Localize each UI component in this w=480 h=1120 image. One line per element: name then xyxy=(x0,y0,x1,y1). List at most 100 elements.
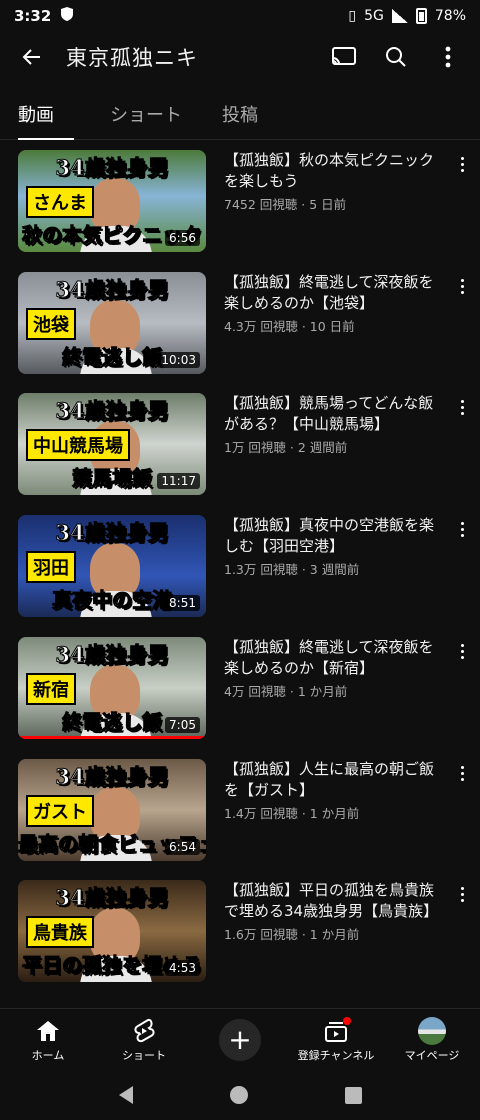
video-duration: 6:56 xyxy=(165,230,200,246)
nav-mypage[interactable]: マイページ xyxy=(384,1009,480,1070)
video-info[interactable]: 【孤独飯】終電逃して深夜飯を楽しめるのか【池袋】 4.3万 回視聴 · 10 日… xyxy=(224,272,444,335)
notification-dot xyxy=(343,1016,351,1025)
video-row[interactable]: 34歳独身男 ガスト 最高の朝食ビュッフェ 6:54 【孤独飯】人生に最高の朝ご… xyxy=(0,759,480,863)
create-plus-icon[interactable]: + xyxy=(219,1018,261,1061)
video-menu-button[interactable] xyxy=(452,393,472,421)
back-button[interactable] xyxy=(10,35,54,79)
video-info[interactable]: 【孤独飯】真夜中の空港飯を楽しむ【羽田空港】 1.3万 回視聴 · 3 週間前 xyxy=(224,515,444,578)
video-row[interactable]: 34歳独身男 羽田 真夜中の空港 8:51 【孤独飯】真夜中の空港飯を楽しむ【羽… xyxy=(0,515,480,619)
video-meta: 7452 回視聴 · 5 日前 xyxy=(224,197,347,212)
video-title[interactable]: 【孤独飯】真夜中の空港飯を楽しむ【羽田空港】 xyxy=(224,515,444,557)
system-navigation xyxy=(0,1070,480,1120)
video-thumbnail[interactable]: 34歳独身男 中山競馬場 競馬場飯 11:17 xyxy=(18,393,206,495)
video-thumbnail[interactable]: 34歳独身男 池袋 終電逃し飯 10:03 xyxy=(18,272,206,374)
video-duration: 4:53 xyxy=(165,960,200,976)
recents-square-icon[interactable] xyxy=(344,1086,362,1104)
video-duration: 10:03 xyxy=(157,352,200,368)
thumbnail-tag: ガスト xyxy=(26,795,94,827)
video-menu-button[interactable] xyxy=(452,150,472,178)
more-vert-icon xyxy=(460,643,464,647)
nav-create[interactable]: + xyxy=(192,1009,288,1070)
video-meta: 1.3万 回視聴 · 3 週間前 xyxy=(224,562,360,577)
more-vert-icon xyxy=(460,765,464,769)
more-vert-icon xyxy=(460,886,464,890)
thumbnail-tag: 池袋 xyxy=(26,308,76,340)
video-menu-button[interactable] xyxy=(452,880,472,908)
thumbnail-headline: 34歳独身男 xyxy=(55,277,169,303)
arrow-left-icon xyxy=(22,49,40,65)
search-icon xyxy=(386,47,406,67)
thumbnail-headline: 34歳独身男 xyxy=(55,520,169,546)
channel-tabs: 動画 ショート 投稿 xyxy=(0,88,480,140)
video-title[interactable]: 【孤独飯】秋の本気ピクニックを楽しもう xyxy=(224,150,444,192)
video-thumbnail[interactable]: 34歳独身男 鳥貴族 平日の孤独を埋める 4:53 xyxy=(18,880,206,982)
more-vert-icon xyxy=(460,278,464,282)
video-thumbnail[interactable]: 34歳独身男 羽田 真夜中の空港 8:51 xyxy=(18,515,206,617)
shield-icon xyxy=(59,6,75,26)
video-info[interactable]: 【孤独飯】終電逃して深夜飯を楽しめるのか【新宿】 4万 回視聴 · 1 か月前 xyxy=(224,637,444,700)
video-meta: 1.4万 回視聴 · 1 か月前 xyxy=(224,806,360,821)
video-info[interactable]: 【孤独飯】人生に最高の朝ご飯を【ガスト】 1.4万 回視聴 · 1 か月前 xyxy=(224,759,444,822)
more-button[interactable] xyxy=(426,35,470,79)
video-title[interactable]: 【孤独飯】終電逃して深夜飯を楽しめるのか【新宿】 xyxy=(224,637,444,679)
video-info[interactable]: 【孤独飯】平日の孤独を鳥貴族で埋める34歳独身男【鳥貴族】 1.6万 回視聴 ·… xyxy=(224,880,444,943)
tab-shorts[interactable]: ショート xyxy=(110,88,222,139)
cast-icon xyxy=(332,47,356,65)
video-meta: 4.3万 回視聴 · 10 日前 xyxy=(224,319,355,334)
nav-shorts[interactable]: ショート xyxy=(96,1009,192,1070)
video-title[interactable]: 【孤独飯】終電逃して深夜飯を楽しめるのか【池袋】 xyxy=(224,272,444,314)
thumbnail-headline: 34歳独身男 xyxy=(55,885,169,911)
thumbnail-headline: 34歳独身男 xyxy=(55,642,169,668)
video-duration: 8:51 xyxy=(165,595,200,611)
video-title[interactable]: 【孤独飯】平日の孤独を鳥貴族で埋める34歳独身男【鳥貴族】 xyxy=(224,880,444,922)
thumbnail-headline: 34歳独身男 xyxy=(55,398,169,424)
more-vert-icon xyxy=(460,399,464,403)
status-bar: 3:32 ▯ 5G 78% xyxy=(0,0,480,32)
video-menu-button[interactable] xyxy=(452,515,472,543)
search-button[interactable] xyxy=(374,35,418,79)
back-triangle-icon[interactable] xyxy=(118,1086,133,1104)
video-menu-button[interactable] xyxy=(452,759,472,787)
video-info[interactable]: 【孤独飯】秋の本気ピクニックを楽しもう 7452 回視聴 · 5 日前 xyxy=(224,150,444,213)
video-menu-button[interactable] xyxy=(452,272,472,300)
video-menu-button[interactable] xyxy=(452,637,472,665)
video-title[interactable]: 【孤独飯】人生に最高の朝ご飯を【ガスト】 xyxy=(224,759,444,801)
video-row[interactable]: 34歳独身男 さんま 秋の本気ピクニック 6:56 【孤独飯】秋の本気ピクニック… xyxy=(0,150,480,254)
bottom-navigation: ホーム ショート + 登録チャンネル マイページ xyxy=(0,1008,480,1070)
thumbnail-tag: 新宿 xyxy=(26,673,76,705)
video-info[interactable]: 【孤独飯】競馬場ってどんな飯がある？【中山競馬場】 1万 回視聴 · 2 週間前 xyxy=(224,393,444,456)
vibrate-icon: ▯ xyxy=(348,8,357,24)
nav-home[interactable]: ホーム xyxy=(0,1009,96,1070)
cast-button[interactable] xyxy=(322,35,366,79)
video-row[interactable]: 34歳独身男 中山競馬場 競馬場飯 11:17 【孤独飯】競馬場ってどんな飯があ… xyxy=(0,393,480,497)
video-meta: 1.6万 回視聴 · 1 か月前 xyxy=(224,927,360,942)
shorts-icon xyxy=(134,1018,155,1042)
thumbnail-headline: 34歳独身男 xyxy=(55,764,169,790)
nav-mypage-label: マイページ xyxy=(404,1048,460,1062)
signal-icon xyxy=(391,9,408,23)
battery-level: 78% xyxy=(434,8,466,24)
video-meta: 1万 回視聴 · 2 週間前 xyxy=(224,440,348,455)
thumbnail-tag: 羽田 xyxy=(26,551,76,583)
status-time: 3:32 xyxy=(14,7,52,25)
video-thumbnail[interactable]: 34歳独身男 さんま 秋の本気ピクニック 6:56 xyxy=(18,150,206,252)
tab-posts[interactable]: 投稿 xyxy=(222,88,334,139)
tab-videos[interactable]: 動画 xyxy=(18,88,110,140)
home-icon xyxy=(37,1020,59,1041)
video-row[interactable]: 34歳独身男 鳥貴族 平日の孤独を埋める 4:53 【孤独飯】平日の孤独を鳥貴族… xyxy=(0,880,480,984)
video-thumbnail[interactable]: 34歳独身男 新宿 終電逃し飯 7:05 xyxy=(18,637,206,739)
nav-shorts-label: ショート xyxy=(122,1048,166,1062)
thumbnail-tag: 鳥貴族 xyxy=(26,916,94,948)
network-type: 5G xyxy=(364,8,384,24)
video-duration: 7:05 xyxy=(165,717,200,733)
home-circle-icon[interactable] xyxy=(229,1086,248,1104)
video-title[interactable]: 【孤独飯】競馬場ってどんな飯がある？【中山競馬場】 xyxy=(224,393,444,435)
video-row[interactable]: 34歳独身男 池袋 終電逃し飯 10:03 【孤独飯】終電逃して深夜飯を楽しめる… xyxy=(0,272,480,376)
video-row[interactable]: 34歳独身男 新宿 終電逃し飯 7:05 【孤独飯】終電逃して深夜飯を楽しめるの… xyxy=(0,637,480,741)
more-vert-icon xyxy=(460,521,464,525)
watch-progress-bar xyxy=(18,736,206,739)
nav-subscriptions-label: 登録チャンネル xyxy=(297,1048,375,1062)
video-thumbnail[interactable]: 34歳独身男 ガスト 最高の朝食ビュッフェ 6:54 xyxy=(18,759,206,861)
nav-subscriptions[interactable]: 登録チャンネル xyxy=(288,1009,384,1070)
nav-home-label: ホーム xyxy=(31,1048,65,1062)
